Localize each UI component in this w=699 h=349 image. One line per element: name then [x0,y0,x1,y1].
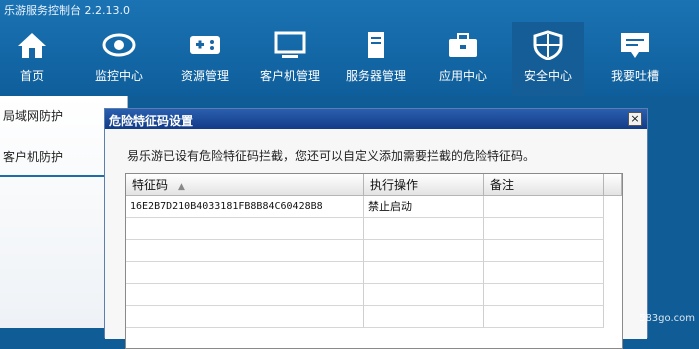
server-icon [368,32,384,58]
sidebar-item-lan-protection[interactable]: 局域网防护 [0,96,104,136]
dangerous-signature-dialog: 危险特征码设置 × 易乐游已设有危险特征码拦截，您还可以自定义添加需要拦截的危险… [104,108,648,349]
monitor-icon [274,31,306,58]
nav-monitor-label: 监控中心 [94,69,143,83]
nav-server-management[interactable]: 服务器管理 [340,22,412,96]
top-navigation-bar: 乐游服务控制台 2.2.13.0 首页 监控中心 资源管理 客户机管理 服务器管… [0,0,699,96]
column-header-code[interactable]: 特征码 ▲ [126,174,364,196]
table-cell-note[interactable] [484,196,604,218]
dialog-message: 易乐游已设有危险特征码拦截，您还可以自定义添加需要拦截的危险特征码。 [127,149,536,163]
table-cell-code[interactable]: 16E2B7D210B4033181FB8B84C60428B8 [126,196,364,218]
sort-ascending-icon: ▲ [178,182,185,192]
table-empty-cell [484,284,604,306]
nav-app-center[interactable]: 应用中心 [428,22,498,96]
table-empty-cell [484,218,604,240]
chat-icon [621,33,649,58]
table-empty-cell [126,218,364,240]
nav-home[interactable]: 首页 [0,22,64,96]
table-empty-cell [126,306,364,328]
table-empty-cell [364,284,484,306]
home-icon [18,33,46,58]
gamepad-icon [190,36,220,54]
shield-icon [533,30,563,60]
watermark-logo: 583go.com [639,313,695,324]
dialog-title: 危险特征码设置 [109,114,194,128]
dialog-titlebar[interactable]: 危险特征码设置 × [105,109,647,129]
signature-table: 特征码 ▲ 执行操作 备注 16E2B7D210B4033181FB8B84C60… [125,173,623,349]
nav-feedback-label: 我要吐槽 [610,69,659,83]
nav-monitor-center[interactable]: 监控中心 [84,22,154,96]
nav-home-label: 首页 [19,69,44,83]
nav-client-label: 客户机管理 [259,69,320,83]
close-button[interactable]: × [628,112,642,126]
table-empty-cell [126,262,364,284]
column-header-action[interactable]: 执行操作 [364,174,484,196]
table-empty-cell [364,306,484,328]
nav-security-center[interactable]: 安全中心 [512,22,584,96]
nav-security-label: 安全中心 [523,69,572,83]
app-title: 乐游服务控制台 2.2.13.0 [4,4,130,17]
table-empty-cell [126,284,364,306]
nav-feedback[interactable]: 我要吐槽 [600,22,670,96]
table-empty-cell [484,240,604,262]
toolbox-icon [449,33,477,57]
nav-resource-label: 资源管理 [180,69,229,83]
table-empty-cell [364,240,484,262]
nav-client-management[interactable]: 客户机管理 [254,22,326,96]
nav-resource-management[interactable]: 资源管理 [170,22,240,96]
nav-server-label: 服务器管理 [345,69,406,83]
nav-app-label: 应用中心 [438,69,487,83]
sidebar-item-label: 客户机防护 [3,150,64,164]
sidebar-item-client-protection[interactable]: 客户机防护 [0,137,104,177]
eye-icon [102,33,136,57]
column-header-note[interactable]: 备注 [484,174,604,196]
table-empty-cell [484,262,604,284]
table-cell-action[interactable]: 禁止启动 [364,196,484,218]
table-empty-cell [364,218,484,240]
table-empty-cell [364,262,484,284]
table-empty-cell [126,240,364,262]
dialog-body: 易乐游已设有危险特征码拦截，您还可以自定义添加需要拦截的危险特征码。 特征码 ▲ … [105,129,647,349]
table-empty-cell [484,306,604,328]
sidebar-item-label: 局域网防护 [3,109,64,123]
column-header-filler [604,174,622,196]
